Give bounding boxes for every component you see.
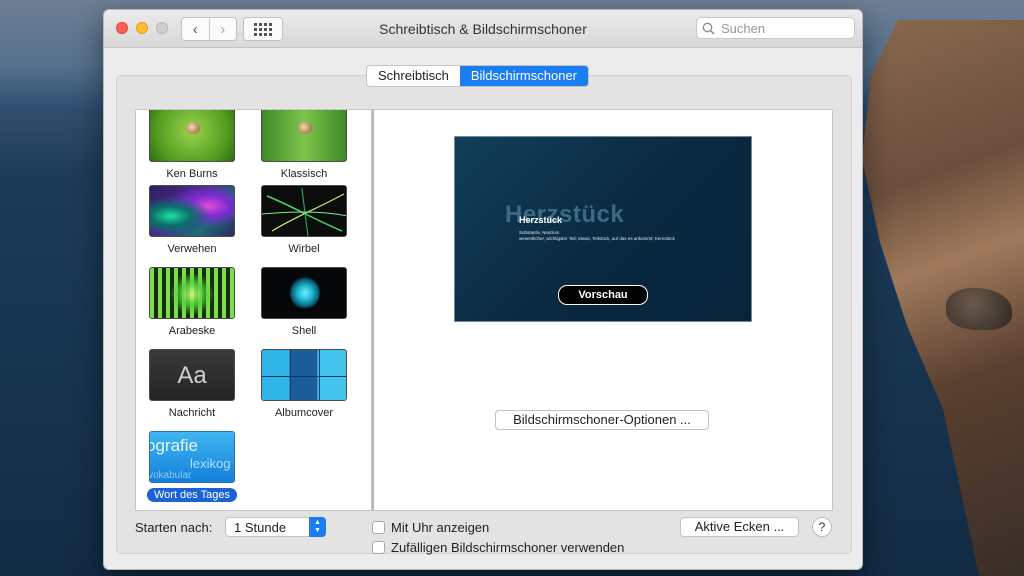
verwehen-thumbnail <box>149 185 235 237</box>
show-clock-row[interactable]: Mit Uhr anzeigen <box>372 520 489 535</box>
screensaver-label: Verwehen <box>167 243 217 255</box>
random-screensaver-label: Zufälligen Bildschirmschoner verwenden <box>391 540 625 555</box>
show-clock-label: Mit Uhr anzeigen <box>391 520 490 535</box>
chevron-updown-icon: ▲ ▼ <box>309 517 326 537</box>
klassisch-thumbnail <box>261 110 347 162</box>
wort-des-tages-thumbnail: ografie lexikog vokabular <box>149 431 235 483</box>
screensaver-options-button[interactable]: Bildschirmschoner-Optionen ... <box>495 410 709 430</box>
search-icon <box>702 22 715 35</box>
nachricht-thumbnail: Aa <box>149 349 235 401</box>
screensaver-item-albumcover[interactable]: Albumcover <box>254 349 354 419</box>
screensaver-label: Shell <box>291 325 317 337</box>
thumb-word: vokabular <box>149 470 192 481</box>
help-button[interactable]: ? <box>812 517 832 537</box>
screensaver-item-ken-burns[interactable]: Ken Burns <box>142 110 242 180</box>
preview-pane: Herzstück Herzstück Substantiv, Neutrum … <box>372 109 833 511</box>
thumb-word: ografie <box>149 436 198 455</box>
screensaver-label-selected: Wort des Tages <box>146 488 238 502</box>
screensaver-item-arabeske[interactable]: Arabeske <box>142 267 242 337</box>
screensaver-item-wirbel[interactable]: Wirbel <box>254 185 354 255</box>
swirl-graphic <box>262 187 346 236</box>
preferences-window: ‹ › Schreibtisch & Bildschirmschoner Sch… <box>103 9 863 570</box>
preview-button[interactable]: Vorschau <box>558 285 648 305</box>
screensaver-item-nachricht[interactable]: Aa Nachricht <box>142 349 242 419</box>
thumb-word: lexikog <box>190 456 231 471</box>
screensaver-item-wort-des-tages[interactable]: ografie lexikog vokabular Wort des Tages <box>142 431 242 503</box>
screensaver-item-shell[interactable]: Shell <box>254 267 354 337</box>
screensaver-label: Ken Burns <box>166 168 218 180</box>
screensaver-label: Nachricht <box>168 407 216 419</box>
desktop-rock <box>946 288 1012 330</box>
search-field[interactable] <box>696 17 855 39</box>
tab-bildschirmschoner[interactable]: Bildschirmschoner <box>459 66 589 86</box>
preview-word: Herzstück <box>519 215 563 225</box>
screensaver-label: Albumcover <box>274 407 334 419</box>
start-after-label: Starten nach: <box>135 520 213 535</box>
albumcover-thumbnail <box>261 349 347 401</box>
start-after-value: 1 Stunde <box>234 520 287 535</box>
preview-definition: Substantiv, Neutrum wesentlicher, wichti… <box>519 230 675 241</box>
screensaver-label: Wirbel <box>288 243 320 255</box>
search-input[interactable] <box>719 19 843 37</box>
screensaver-preview: Herzstück Herzstück Substantiv, Neutrum … <box>454 136 752 322</box>
show-clock-checkbox[interactable] <box>372 521 385 534</box>
ken-burns-thumbnail <box>149 110 235 162</box>
shell-thumbnail <box>261 267 347 319</box>
screensaver-item-verwehen[interactable]: Verwehen <box>142 185 242 255</box>
arabeske-thumbnail <box>149 267 235 319</box>
title-bar: ‹ › Schreibtisch & Bildschirmschoner <box>104 10 862 48</box>
random-screensaver-checkbox[interactable] <box>372 541 385 554</box>
screensaver-list[interactable]: Ken Burns Klassisch Verwehen Wirbel Arab… <box>135 109 372 511</box>
ladybug-image <box>298 122 312 134</box>
screensaver-item-klassisch[interactable]: Klassisch <box>254 110 354 180</box>
hot-corners-button[interactable]: Aktive Ecken ... <box>680 517 799 537</box>
screensaver-label: Arabeske <box>168 325 216 337</box>
ladybug-image <box>186 122 200 134</box>
tab-bar: Schreibtisch Bildschirmschoner <box>366 65 590 87</box>
random-screensaver-row[interactable]: Zufälligen Bildschirmschoner verwenden <box>372 540 624 555</box>
tab-schreibtisch[interactable]: Schreibtisch <box>367 66 460 86</box>
screensaver-label: Klassisch <box>280 168 328 180</box>
wirbel-thumbnail <box>261 185 347 237</box>
start-after-select[interactable]: 1 Stunde ▲ ▼ <box>225 517 326 537</box>
